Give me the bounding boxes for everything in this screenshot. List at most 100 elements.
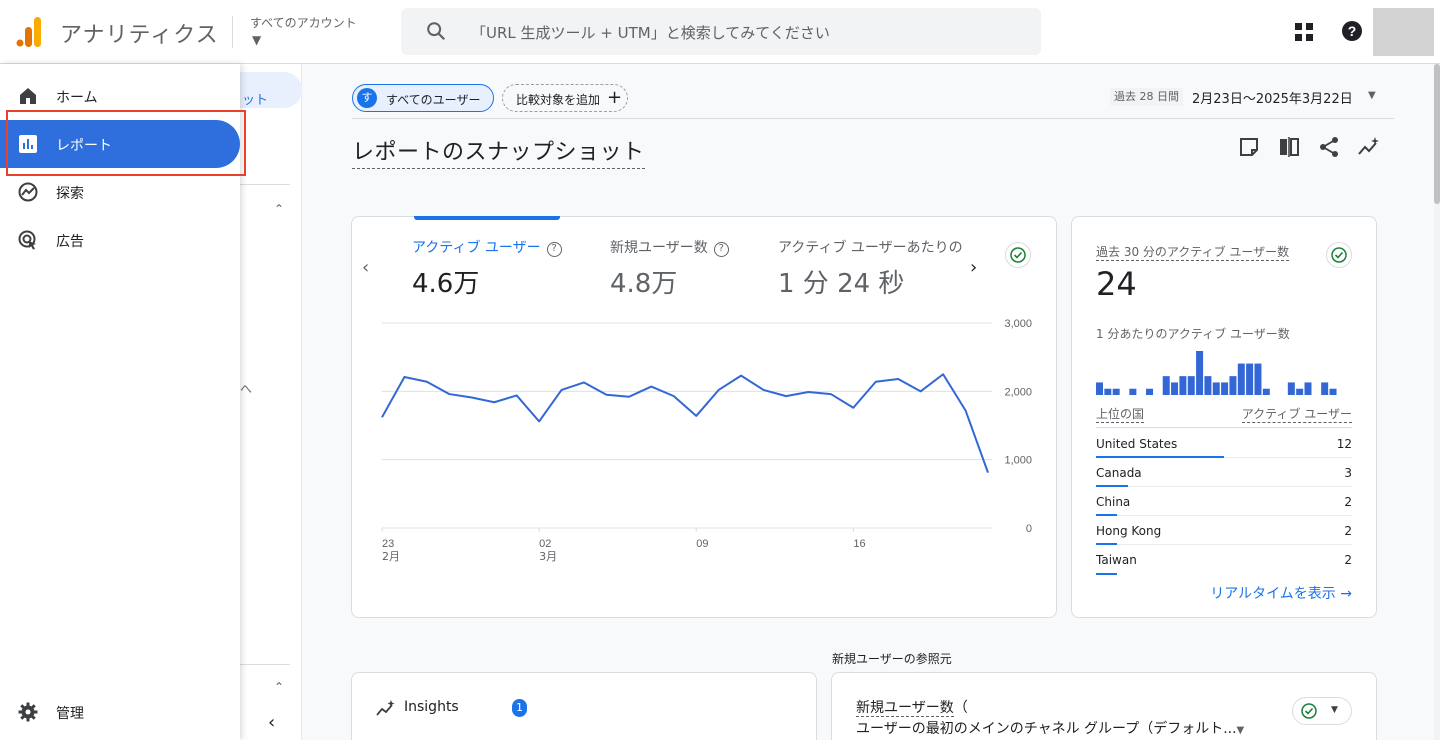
data-point[interactable] [514, 393, 519, 398]
data-point[interactable] [716, 387, 721, 392]
data-point[interactable] [649, 384, 654, 389]
per-minute-bar[interactable] [1221, 382, 1229, 395]
per-minute-bar[interactable] [1196, 351, 1204, 395]
per-minute-bar[interactable] [1187, 376, 1195, 395]
share-icon[interactable] [1318, 136, 1340, 158]
per-minute-bar[interactable] [1296, 388, 1304, 395]
scrollbar[interactable] [1434, 64, 1440, 740]
data-point[interactable] [694, 413, 699, 418]
nav-item-explore[interactable]: 探索 [0, 168, 240, 216]
data-point[interactable] [469, 395, 474, 400]
per-minute-bar[interactable] [1212, 382, 1220, 395]
data-point[interactable] [918, 389, 923, 394]
add-comparison-label: 比較対象を追加 [516, 93, 601, 107]
data-point[interactable] [873, 379, 878, 384]
insights-card[interactable]: Insights 1 [351, 672, 817, 740]
chevron-left-icon[interactable]: ‹ [362, 257, 369, 278]
ref-title[interactable]: 新規ユーザー数（ [856, 697, 968, 717]
insights-sparkle-icon[interactable] [1358, 136, 1380, 158]
data-point[interactable] [784, 394, 789, 399]
per-minute-bar[interactable] [1204, 376, 1212, 395]
data-point[interactable] [896, 377, 901, 382]
add-comparison-button[interactable]: 比較対象を追加 + [502, 84, 628, 112]
data-point[interactable] [447, 392, 452, 397]
nav-item-admin[interactable]: 管理 [0, 688, 240, 736]
data-point[interactable] [941, 372, 946, 377]
nav-item-ads[interactable]: 広告 [0, 216, 240, 264]
metric-new-users[interactable]: 新規ユーザー数? 4.8万 [610, 237, 729, 300]
account-caret-icon[interactable]: ▼ [252, 33, 261, 47]
view-realtime-link[interactable]: リアルタイムを表示 → [1210, 583, 1352, 603]
data-point[interactable] [828, 392, 833, 397]
chevron-right-icon[interactable]: › [970, 257, 977, 278]
per-minute-bar[interactable] [1179, 376, 1187, 395]
data-point[interactable] [604, 392, 609, 397]
nav-item-reports[interactable]: レポート [0, 120, 240, 168]
per-minute-bar[interactable] [1237, 363, 1245, 395]
scrollbar-thumb[interactable] [1434, 64, 1440, 204]
data-point[interactable] [402, 374, 407, 379]
data-point[interactable] [761, 387, 766, 392]
note-icon[interactable] [1238, 136, 1260, 158]
per-minute-bar[interactable] [1129, 388, 1137, 395]
per-minute-bar[interactable] [1329, 388, 1337, 395]
avatar[interactable] [1373, 8, 1434, 56]
series-line[interactable] [381, 373, 989, 473]
per-minute-bar[interactable] [1096, 382, 1103, 395]
per-minute-bar[interactable] [1171, 382, 1179, 395]
segment-label: すべてのユーザー [386, 93, 481, 107]
data-point[interactable] [739, 373, 744, 378]
nav-item-home[interactable]: ホーム [0, 72, 240, 120]
account-selector-label[interactable]: すべてのアカウント [250, 14, 357, 31]
data-quality-check-icon[interactable] [1005, 242, 1031, 268]
per-minute-bar[interactable] [1254, 363, 1262, 395]
per-minute-bar[interactable] [1162, 376, 1170, 395]
per-minute-bar[interactable] [1104, 388, 1112, 395]
help-circle-icon[interactable]: ? [713, 242, 729, 257]
date-dropdown-caret-icon[interactable]: ▼ [1368, 90, 1376, 101]
ref-dimension-selector[interactable]: ユーザーの最初のメインのチャネル グループ（デフォルト...▼ [856, 718, 1244, 738]
per-minute-bar[interactable] [1304, 382, 1312, 395]
chevron-up-icon[interactable]: ⌃ [274, 680, 284, 694]
data-point[interactable] [963, 408, 968, 413]
metric-engagement-time[interactable]: アクティブ ユーザーあたりの 1 分 24 秒 [778, 237, 963, 300]
help-circle-icon[interactable]: ? [546, 242, 562, 257]
collapse-chevron-left-icon[interactable]: ‹ [268, 712, 275, 733]
search-bar[interactable]: 「URL 生成ツール + UTM」と検索してみてください [401, 8, 1041, 55]
metrics-chart-card: ‹ アクティブ ユーザー? 4.6万 新規ユーザー数? 4.8万 アクティブ ユ… [351, 216, 1057, 618]
per-minute-bar[interactable] [1321, 382, 1329, 395]
country-users: 2 [1344, 553, 1352, 567]
data-point[interactable] [582, 380, 587, 385]
data-quality-dropdown[interactable]: ▼ [1292, 697, 1352, 725]
per-minute-bar[interactable] [1229, 376, 1237, 395]
x-tick-label: 02 [539, 538, 551, 550]
data-point[interactable] [806, 390, 811, 395]
data-point[interactable] [537, 419, 542, 424]
data-point[interactable] [851, 405, 856, 410]
compare-columns-icon[interactable] [1278, 136, 1300, 158]
data-point[interactable] [559, 387, 564, 392]
per-minute-bar[interactable] [1246, 363, 1254, 395]
x-tick-month-label: 2月 [382, 550, 400, 563]
apps-grid-icon[interactable] [1294, 22, 1314, 42]
data-quality-check-icon[interactable] [1326, 242, 1352, 268]
help-icon[interactable]: ? [1341, 20, 1363, 42]
data-point[interactable] [424, 379, 429, 384]
data-quality-check-icon [1301, 703, 1317, 719]
date-range-text[interactable]: 2月23日～2025年3月22日 [1192, 88, 1353, 107]
data-point[interactable] [626, 394, 631, 399]
per-minute-label: 1 分あたりのアクティブ ユーザー数 [1096, 327, 1290, 341]
per-minute-bar[interactable] [1262, 388, 1270, 395]
subnav-item-snapshot[interactable]: ット [240, 72, 302, 108]
per-minute-bar[interactable] [1112, 388, 1120, 395]
per-minute-bar[interactable] [1146, 388, 1154, 395]
data-point[interactable] [380, 415, 385, 420]
data-point[interactable] [671, 394, 676, 399]
analytics-logo-icon[interactable] [16, 17, 42, 47]
chevron-up-icon[interactable]: ⌃ [274, 202, 284, 216]
data-point[interactable] [492, 400, 497, 405]
metric-active-users[interactable]: アクティブ ユーザー? 4.6万 [412, 237, 562, 300]
per-minute-bar[interactable] [1287, 382, 1295, 395]
segment-chip[interactable]: す すべてのユーザー [352, 84, 494, 112]
data-point[interactable] [986, 470, 991, 475]
